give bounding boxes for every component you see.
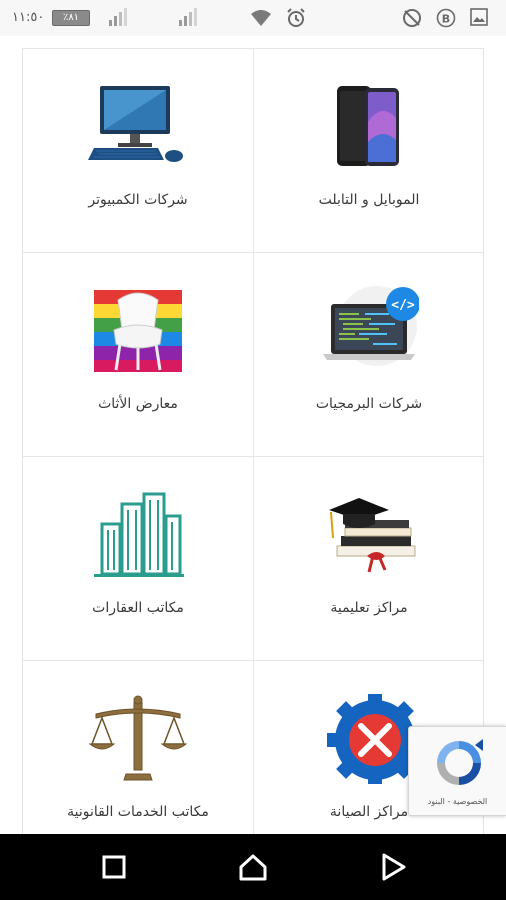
desktop-computer-icon (88, 82, 188, 172)
recaptcha-badge[interactable]: الخصوصية - البنود (408, 726, 506, 816)
buildings-icon (88, 490, 188, 580)
back-button[interactable] (377, 851, 409, 883)
category-computer-companies[interactable]: شركات الكمبيوتر (23, 48, 253, 252)
system-nav-bar (0, 834, 506, 900)
status-time: ١١:٥٠ (12, 10, 45, 25)
justice-scales-icon (88, 694, 188, 784)
category-real-estate-offices[interactable]: مكاتب العقارات (23, 456, 253, 660)
signal-icon (108, 8, 130, 26)
svg-text:</>: </> (391, 298, 415, 313)
signal-icon (178, 8, 200, 26)
wifi-icon (250, 8, 271, 28)
data-saver-off-icon (402, 8, 422, 28)
recents-button[interactable] (98, 851, 130, 883)
category-legal-services-offices[interactable]: مكاتب الخدمات القانونية (23, 660, 253, 834)
category-label: معارض الأثاث (98, 396, 178, 412)
category-software-companies[interactable]: </> شركات البرمجيات (254, 252, 484, 456)
category-label: شركات البرمجيات (315, 396, 423, 412)
svg-text:B: B (442, 13, 450, 26)
category-grid-view[interactable]: الموبايل و التابلت شركات الكمبيوتر </> ش… (0, 36, 506, 834)
category-label: شركات الكمبيوتر (88, 192, 188, 208)
category-educational-centers[interactable]: مراكز تعليمية (254, 456, 484, 660)
recaptcha-links[interactable]: الخصوصية - البنود (409, 797, 506, 806)
recaptcha-icon (431, 735, 487, 791)
b-icon: B (436, 8, 456, 28)
category-label: مكاتب العقارات (92, 600, 184, 616)
alarm-icon (286, 8, 306, 28)
category-label: مكاتب الخدمات القانونية (67, 804, 209, 820)
laptop-code-icon: </> (319, 286, 420, 376)
home-button[interactable] (237, 851, 269, 883)
category-mobile-tablet[interactable]: الموبايل و التابلت (254, 48, 484, 252)
category-label: الموبايل و التابلت (318, 192, 420, 208)
battery-icon: ٪٨١ (52, 10, 90, 26)
furniture-icon (88, 286, 188, 376)
graduation-books-icon (319, 490, 419, 580)
category-label: مراكز تعليمية (330, 600, 408, 616)
status-bar: ١١:٥٠ ٪٨١ B (0, 0, 506, 36)
maintenance-gear-icon (319, 692, 423, 788)
smartphones-icon (319, 82, 419, 172)
category-furniture-showrooms[interactable]: معارض الأثاث (23, 252, 253, 456)
image-icon (470, 8, 490, 28)
